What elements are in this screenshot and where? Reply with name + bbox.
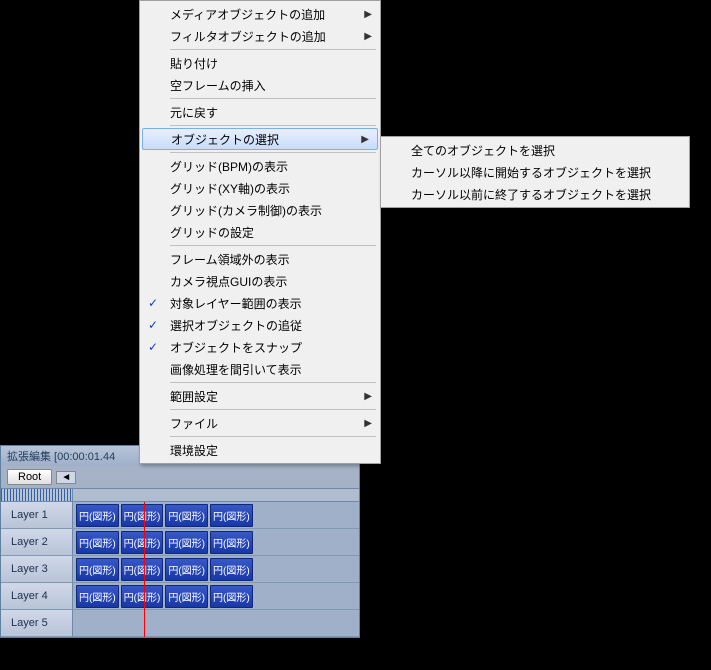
chevron-right-icon: ▶ (361, 134, 369, 145)
layer-label[interactable]: Layer 2 (1, 529, 73, 555)
ruler[interactable] (1, 488, 359, 502)
menu-undo[interactable]: 元に戻す (140, 101, 380, 123)
layer-label[interactable]: Layer 3 (1, 556, 73, 582)
menu-thinned[interactable]: 画像処理を間引いて表示 (140, 358, 380, 380)
clip[interactable]: 円(図形) (76, 558, 119, 581)
menu-grid-bpm[interactable]: グリッド(BPM)の表示 (140, 155, 380, 177)
clip[interactable]: 円(図形) (121, 504, 164, 527)
layer-row: Layer 3円(図形)円(図形)円(図形)円(図形) (1, 556, 359, 583)
menu-media-add[interactable]: メディアオブジェクトの追加▶ (140, 3, 380, 25)
scroll-left-button[interactable]: ◄ (56, 471, 76, 484)
chevron-right-icon: ▶ (364, 391, 372, 402)
menu-grid-settings[interactable]: グリッドの設定 (140, 221, 380, 243)
timeline-toolbar: Root ◄ (1, 466, 359, 488)
layer-label[interactable]: Layer 1 (1, 502, 73, 528)
layer-row: Layer 4円(図形)円(図形)円(図形)円(図形) (1, 583, 359, 610)
menu-env-settings[interactable]: 環境設定 (140, 439, 380, 461)
check-icon: ✓ (148, 340, 158, 354)
layer-row: Layer 5 (1, 610, 359, 637)
menu-select-object[interactable]: オブジェクトの選択▶ (142, 128, 378, 150)
clip[interactable]: 円(図形) (121, 585, 164, 608)
submenu-select-after[interactable]: カーソル以降に開始するオブジェクトを選択 (381, 161, 689, 183)
layer-track[interactable]: 円(図形)円(図形)円(図形)円(図形) (73, 583, 359, 609)
layer-track[interactable] (73, 610, 359, 636)
chevron-right-icon: ▶ (364, 31, 372, 42)
clip[interactable]: 円(図形) (76, 585, 119, 608)
check-icon: ✓ (148, 318, 158, 332)
menu-filter-add[interactable]: フィルタオブジェクトの追加▶ (140, 25, 380, 47)
menu-grid-camera[interactable]: グリッド(カメラ制御)の表示 (140, 199, 380, 221)
menu-snap[interactable]: ✓オブジェクトをスナップ (140, 336, 380, 358)
layer-track[interactable]: 円(図形)円(図形)円(図形)円(図形) (73, 556, 359, 582)
menu-frame-outside[interactable]: フレーム領域外の表示 (140, 248, 380, 270)
layer-row: Layer 2円(図形)円(図形)円(図形)円(図形) (1, 529, 359, 556)
timeline-panel: 拡張編集 [00:00:01.44 Root ◄ Layer 1円(図形)円(図… (0, 445, 360, 638)
clip[interactable]: 円(図形) (121, 558, 164, 581)
clip[interactable]: 円(図形) (165, 531, 208, 554)
submenu-select-all[interactable]: 全てのオブジェクトを選択 (381, 139, 689, 161)
layer-label[interactable]: Layer 5 (1, 610, 73, 636)
clip[interactable]: 円(図形) (165, 558, 208, 581)
layer-label[interactable]: Layer 4 (1, 583, 73, 609)
clip[interactable]: 円(図形) (210, 504, 253, 527)
layer-track[interactable]: 円(図形)円(図形)円(図形)円(図形) (73, 529, 359, 555)
menu-track-selected[interactable]: ✓選択オブジェクトの追従 (140, 314, 380, 336)
clip[interactable]: 円(図形) (210, 558, 253, 581)
root-button[interactable]: Root (7, 469, 52, 485)
submenu-select-object: 全てのオブジェクトを選択 カーソル以降に開始するオブジェクトを選択 カーソル以前… (380, 136, 690, 208)
menu-range-settings[interactable]: 範囲設定▶ (140, 385, 380, 407)
layer-row: Layer 1円(図形)円(図形)円(図形)円(図形) (1, 502, 359, 529)
clip[interactable]: 円(図形) (165, 585, 208, 608)
layer-track[interactable]: 円(図形)円(図形)円(図形)円(図形) (73, 502, 359, 528)
clip[interactable]: 円(図形) (121, 531, 164, 554)
menu-paste[interactable]: 貼り付け (140, 52, 380, 74)
check-icon: ✓ (148, 296, 158, 310)
submenu-select-before[interactable]: カーソル以前に終了するオブジェクトを選択 (381, 183, 689, 205)
clip[interactable]: 円(図形) (76, 504, 119, 527)
menu-empty-frame[interactable]: 空フレームの挿入 (140, 74, 380, 96)
clip[interactable]: 円(図形) (210, 585, 253, 608)
chevron-right-icon: ▶ (364, 418, 372, 429)
menu-layer-range[interactable]: ✓対象レイヤー範囲の表示 (140, 292, 380, 314)
layers: Layer 1円(図形)円(図形)円(図形)円(図形)Layer 2円(図形)円… (1, 502, 359, 637)
menu-camera-gui[interactable]: カメラ視点GUIの表示 (140, 270, 380, 292)
context-menu: メディアオブジェクトの追加▶ フィルタオブジェクトの追加▶ 貼り付け 空フレーム… (139, 0, 381, 464)
chevron-right-icon: ▶ (364, 9, 372, 20)
menu-grid-xy[interactable]: グリッド(XY軸)の表示 (140, 177, 380, 199)
menu-file[interactable]: ファイル▶ (140, 412, 380, 434)
clip[interactable]: 円(図形) (210, 531, 253, 554)
clip[interactable]: 円(図形) (165, 504, 208, 527)
clip[interactable]: 円(図形) (76, 531, 119, 554)
